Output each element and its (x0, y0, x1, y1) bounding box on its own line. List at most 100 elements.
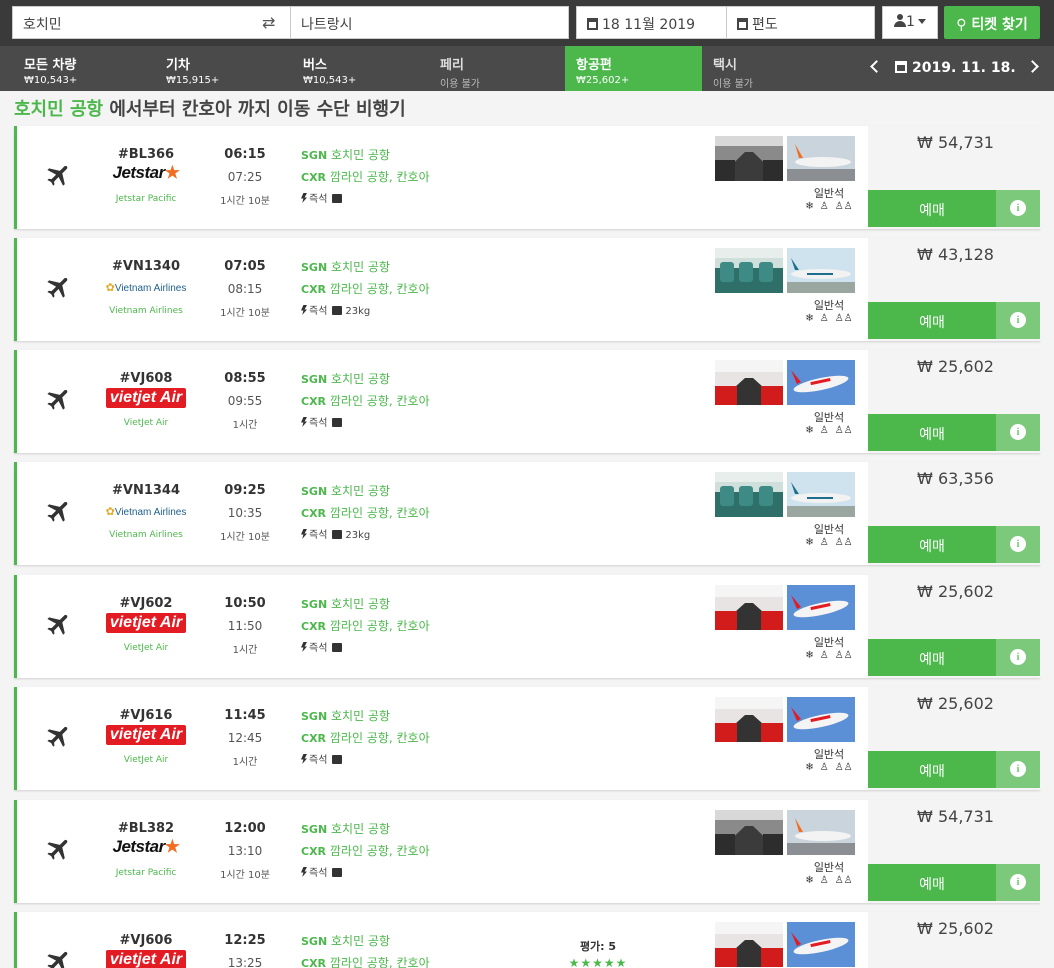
rating: 평가: 5 (579, 940, 617, 953)
info-button[interactable]: i (996, 751, 1040, 788)
search-button[interactable]: ⚲ 티켓 찾기 (944, 6, 1040, 39)
destination-code: CXR (301, 620, 327, 633)
origin-code: SGN (301, 935, 328, 948)
aircraft-photo[interactable] (787, 810, 855, 855)
destination: CXR 깜라인 공항, 칸호아 (301, 954, 430, 968)
seat-icon: ♙ (819, 875, 829, 886)
duration: 1시간 10분 (220, 196, 270, 207)
snowflake-icon: ❄ (805, 425, 814, 436)
cabin-photo[interactable] (715, 922, 783, 967)
plane-icon (45, 947, 73, 968)
flight-card[interactable]: #VN1340 ✿Vietnam Airlines Vietnam Airlines… (14, 238, 1043, 341)
instant-icon (301, 305, 307, 315)
swap-icon[interactable]: ⇄ (262, 13, 275, 32)
destination-code: CXR (301, 395, 327, 408)
flight-card[interactable]: #VJ616 vietjet Air VietJet Air 11:45 12:45 1시… (14, 687, 1043, 790)
origin-code: SGN (301, 149, 328, 162)
toilet-icon: ♙♙ (834, 201, 853, 212)
from-input[interactable]: 호치민 (12, 6, 291, 39)
info-button[interactable]: i (996, 302, 1040, 339)
price: ₩ 25,602 (917, 694, 994, 713)
vietjet-logo: vietjet Air (99, 387, 193, 409)
tab-bus[interactable]: 버스 ₩10,543+ (281, 46, 420, 91)
price: ₩ 54,731 (917, 807, 994, 826)
flight-card[interactable]: #VJ606 vietjet Air 12:25 13:25 SGN 호치민 공항 CXR… (14, 912, 1043, 968)
aircraft-photo[interactable] (787, 360, 855, 405)
flight-card[interactable]: #BL366 Jetstar★ Jetstar Pacific 06:15 07:25 1… (14, 126, 1043, 229)
info-button[interactable]: i (996, 414, 1040, 451)
features: 즉석 23kg (301, 302, 370, 317)
cabin-photo[interactable] (715, 697, 783, 742)
baggage-icon (332, 194, 343, 203)
arrival-time: 08:15 (227, 282, 263, 296)
chevron-left-icon[interactable] (870, 60, 883, 73)
tab-sub: ₩10,543+ (303, 75, 357, 86)
date-input[interactable]: 18 11월 2019 (576, 6, 727, 39)
flight-card[interactable]: #VN1344 ✿Vietnam Airlines Vietnam Airlines… (14, 462, 1043, 565)
book-button[interactable]: 예매 (868, 302, 996, 339)
origin-name: 호치민 공항 (331, 597, 391, 611)
return-date-input[interactable]: 편도 (726, 6, 875, 39)
cabin-photo[interactable] (715, 136, 783, 181)
seat-class: 일반석 (813, 411, 845, 424)
cabin-photo[interactable] (715, 360, 783, 405)
book-button[interactable]: 예매 (868, 751, 996, 788)
flight-card[interactable]: #BL382 Jetstar★ Jetstar Pacific 12:00 13:10 1… (14, 800, 1043, 903)
instant-label: 즉석 (309, 194, 328, 205)
aircraft-photo[interactable] (787, 585, 855, 630)
tab-train[interactable]: 기차 ₩15,915+ (142, 46, 281, 91)
vietjet-logo: vietjet Air (99, 612, 193, 634)
baggage-icon (332, 306, 343, 315)
origin: SGN 호치민 공항 (301, 932, 390, 949)
tab-name: 택시 (713, 58, 737, 73)
search-button-label: 티켓 찾기 (971, 17, 1028, 33)
aircraft-photo[interactable] (787, 136, 855, 181)
book-button[interactable]: 예매 (868, 639, 996, 676)
book-button[interactable]: 예매 (868, 864, 996, 901)
tab-flights[interactable]: 항공편 ₩25,602+ (565, 46, 702, 91)
cabin-photo[interactable] (715, 585, 783, 630)
origin-code: SGN (301, 261, 328, 274)
features: 즉석 23kg (301, 526, 370, 541)
destination: CXR 깜라인 공항, 칸호아 (301, 729, 430, 746)
info-button[interactable]: i (996, 190, 1040, 227)
flight-card[interactable]: #VJ608 vietjet Air VietJet Air 08:55 09:55 1시… (14, 350, 1043, 453)
chevron-right-icon[interactable] (1025, 60, 1039, 73)
aircraft-photo[interactable] (787, 472, 855, 517)
to-input[interactable]: 나트랑시 (290, 6, 569, 39)
info-button[interactable]: i (996, 864, 1040, 901)
origin: SGN 호치민 공항 (301, 820, 390, 837)
tab-ferry[interactable]: 페리이용 불가 (420, 46, 565, 91)
destination-name: 깜라인 공항, 칸호아 (329, 844, 430, 858)
destination-name: 깜라인 공항, 칸호아 (329, 394, 430, 408)
info-button[interactable]: i (996, 526, 1040, 563)
origin: SGN 호치민 공항 (301, 258, 390, 275)
jetstar-logo: Jetstar★ (112, 837, 180, 856)
tab-taxi[interactable]: 택시 이용 불가 (702, 46, 842, 91)
cabin-photo[interactable] (715, 248, 783, 293)
amenities: ❄ ♙ ♙♙ (793, 650, 865, 661)
book-button[interactable]: 예매 (868, 526, 996, 563)
seat-icon: ♙ (819, 537, 829, 548)
flight-card[interactable]: #VJ602 vietjet Air VietJet Air 10:50 11:50 1시… (14, 575, 1043, 678)
aircraft-photo[interactable] (787, 248, 855, 293)
tab-all-vehicles[interactable]: 모든 차량 ₩10,543+ (0, 46, 142, 91)
instant-label: 즉석 (309, 643, 328, 654)
duration: 1시간 10분 (220, 308, 270, 319)
book-button[interactable]: 예매 (868, 190, 996, 227)
snowflake-icon: ❄ (805, 650, 814, 661)
cabin-photo[interactable] (715, 810, 783, 855)
aircraft-photo[interactable] (787, 922, 855, 967)
info-icon: i (1010, 312, 1026, 328)
tab-sub: 이용 불가 (440, 79, 480, 90)
book-label: 예매 (919, 764, 945, 780)
info-button[interactable]: i (996, 639, 1040, 676)
date-navigator: 2019. 11. 18. (870, 60, 1039, 76)
price: ₩ 25,602 (917, 357, 994, 376)
cabin-photo[interactable] (715, 472, 783, 517)
book-button[interactable]: 예매 (868, 414, 996, 451)
aircraft-photo[interactable] (787, 697, 855, 742)
snowflake-icon: ❄ (805, 537, 814, 548)
tab-name: 페리 (440, 58, 464, 73)
passenger-dropdown[interactable]: 1 (882, 6, 938, 39)
